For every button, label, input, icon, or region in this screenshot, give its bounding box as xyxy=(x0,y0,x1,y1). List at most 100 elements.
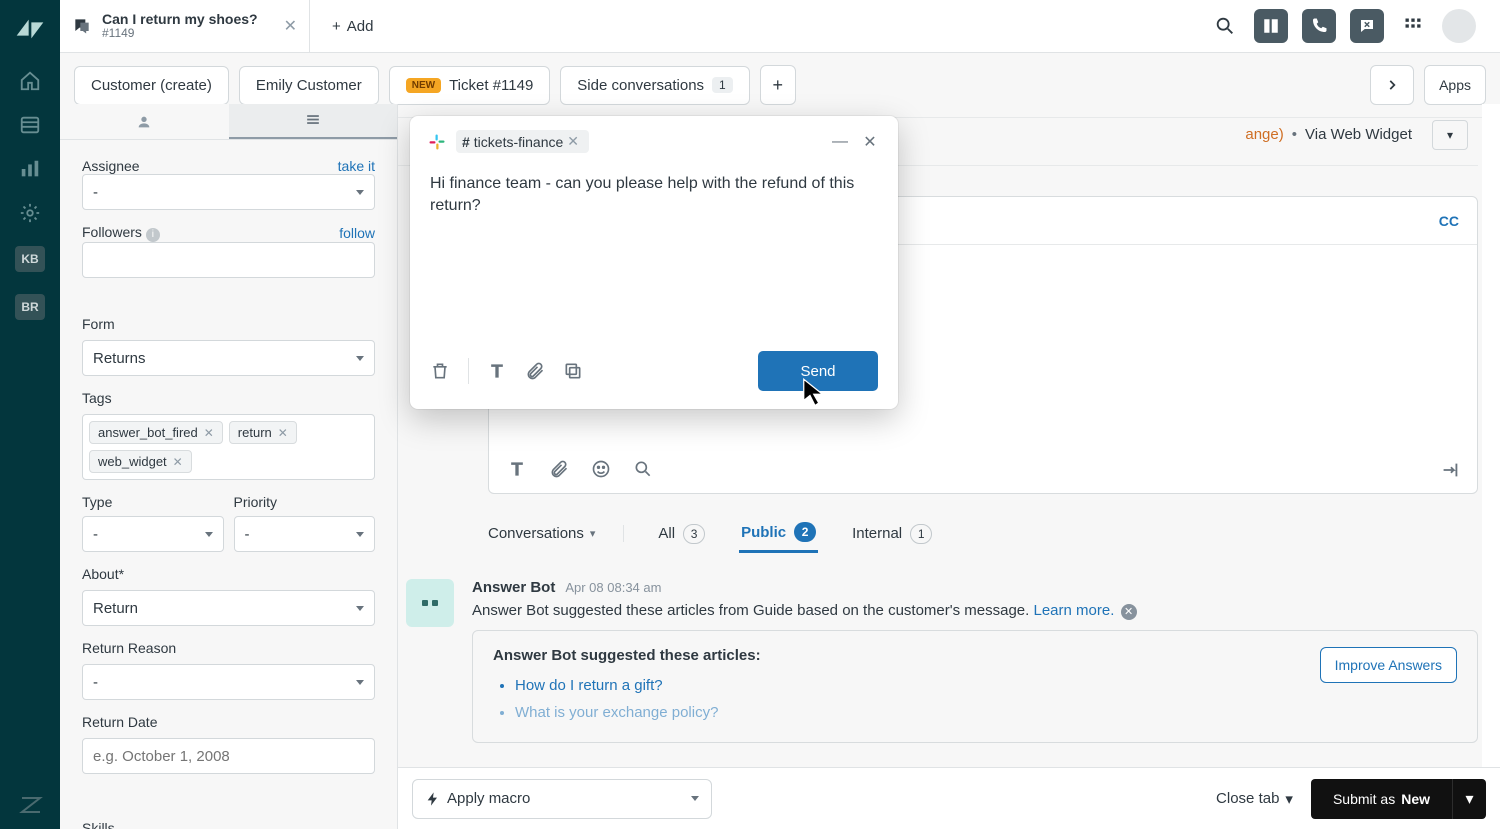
top-right-tools xyxy=(1210,0,1500,52)
apply-macro-label: Apply macro xyxy=(447,790,530,807)
form-label: Form xyxy=(82,316,115,332)
header-more-dropdown[interactable]: ▾ xyxy=(1432,120,1468,150)
popover-message-textarea[interactable]: Hi finance team - can you please help wi… xyxy=(410,167,898,337)
message-author: Answer Bot xyxy=(472,579,555,596)
type-label: Type xyxy=(82,494,224,510)
user-avatar[interactable] xyxy=(1442,9,1476,43)
search-icon[interactable] xyxy=(1210,11,1240,41)
send-button[interactable]: Send xyxy=(758,351,878,391)
conversations-dropdown[interactable]: Conversations ▾ xyxy=(488,525,624,542)
talk-phone-icon[interactable] xyxy=(1302,9,1336,43)
toolbar-separator xyxy=(468,358,469,384)
workspace-tab-texts: Can I return my shoes? #1149 xyxy=(102,11,258,41)
dismiss-icon[interactable]: ✕ xyxy=(1121,604,1137,620)
tag-remove-icon[interactable]: ✕ xyxy=(173,455,183,469)
tab-side-conversations[interactable]: Side conversations 1 xyxy=(560,66,749,105)
workspace-tab-ticket[interactable]: Can I return my shoes? #1149 ✕ xyxy=(60,0,310,52)
zendesk-z-icon[interactable] xyxy=(19,793,41,815)
submit-status: New xyxy=(1401,791,1430,807)
tab-ticket-1149[interactable]: NEW Ticket #1149 xyxy=(389,66,551,105)
apps-button[interactable]: Apps xyxy=(1424,65,1486,105)
emoji-icon[interactable] xyxy=(591,459,611,479)
reports-icon[interactable] xyxy=(19,158,41,180)
add-tab-label: Add xyxy=(347,18,374,35)
conversations-app-icon[interactable] xyxy=(1254,9,1288,43)
add-context-tab-button[interactable]: + xyxy=(760,65,796,105)
minimize-icon[interactable]: — xyxy=(830,132,850,152)
views-list-icon[interactable] xyxy=(19,114,41,136)
submit-as-button[interactable]: Submit as New xyxy=(1311,779,1452,819)
type-select[interactable]: - xyxy=(82,516,224,552)
tag-remove-icon[interactable]: ✕ xyxy=(278,426,288,440)
right-edge xyxy=(1482,104,1500,767)
conversation-tabs: Conversations ▾ All 3 Public 2 Internal … xyxy=(488,514,1478,553)
copy-icon[interactable] xyxy=(563,361,583,381)
requester-trailing: ange) xyxy=(1245,126,1283,143)
user-profile-tab[interactable] xyxy=(60,104,229,139)
take-it-link[interactable]: take it xyxy=(338,158,375,174)
kb-app-icon[interactable]: KB xyxy=(15,246,45,272)
learn-more-link[interactable]: Learn more. xyxy=(1034,602,1115,619)
tab-title: Can I return my shoes? xyxy=(102,11,258,27)
new-badge: NEW xyxy=(406,78,441,93)
close-icon[interactable]: ✕ xyxy=(860,132,880,152)
return-date-input[interactable] xyxy=(82,738,375,774)
home-icon[interactable] xyxy=(19,70,41,92)
return-reason-select[interactable]: - xyxy=(82,664,375,700)
suggested-article-link[interactable]: What is your exchange policy? xyxy=(515,699,1306,726)
tab-emily-customer[interactable]: Emily Customer xyxy=(239,66,379,105)
submit-status-dropdown[interactable]: ▾ xyxy=(1452,779,1486,819)
tags-input[interactable]: answer_bot_fired✕ return✕ web_widget✕ xyxy=(82,414,375,480)
assignee-select[interactable]: - xyxy=(82,174,375,210)
conv-tab-internal[interactable]: Internal 1 xyxy=(850,516,934,552)
slack-icon xyxy=(428,133,446,151)
conv-tab-public-count: 2 xyxy=(794,522,816,542)
popover-header: # tickets-finance ✕ — ✕ xyxy=(410,116,898,167)
details-toggle xyxy=(60,104,397,140)
close-tab-button[interactable]: Close tab ▾ xyxy=(1216,790,1293,808)
side-conversation-compose-popover: # tickets-finance ✕ — ✕ Hi finance team … xyxy=(410,116,898,409)
tab-customer-create[interactable]: Customer (create) xyxy=(74,66,229,105)
tab-ticket-id: #1149 xyxy=(102,27,258,41)
conv-tab-all[interactable]: All 3 xyxy=(656,516,707,552)
ticket-fields-tab[interactable] xyxy=(229,104,398,139)
about-select[interactable]: Return xyxy=(82,590,375,626)
delete-trash-icon[interactable] xyxy=(430,361,450,381)
meta-separator: • xyxy=(1292,126,1297,143)
suggested-articles-card: Answer Bot suggested these articles: How… xyxy=(472,630,1478,743)
conv-tab-all-label: All xyxy=(658,525,675,542)
knowledge-capture-icon[interactable] xyxy=(1439,459,1459,479)
br-app-icon[interactable]: BR xyxy=(15,294,45,320)
attach-file-icon[interactable] xyxy=(525,361,545,381)
chat-bubble-x-icon[interactable] xyxy=(1350,9,1384,43)
cc-button[interactable]: CC xyxy=(1439,213,1459,229)
add-tab-button[interactable]: + Add xyxy=(310,0,395,52)
suggested-article-link[interactable]: How do I return a gift? xyxy=(515,672,1306,699)
lightning-icon xyxy=(425,791,441,807)
tag-remove-icon[interactable]: ✕ xyxy=(204,426,214,440)
follow-link[interactable]: follow xyxy=(339,225,375,241)
search-in-compose-icon[interactable] xyxy=(633,459,653,479)
slack-channel-chip[interactable]: # tickets-finance ✕ xyxy=(456,130,589,153)
conv-tab-all-count: 3 xyxy=(683,524,705,544)
info-icon[interactable]: i xyxy=(146,228,160,242)
form-select[interactable]: Returns xyxy=(82,340,375,376)
apply-macro-select[interactable]: Apply macro xyxy=(412,779,712,819)
chip-remove-icon[interactable]: ✕ xyxy=(567,133,579,150)
expand-panel-button[interactable] xyxy=(1370,65,1414,105)
improve-answers-button[interactable]: Improve Answers xyxy=(1320,647,1457,683)
followers-input[interactable] xyxy=(82,242,375,278)
text-format-icon[interactable] xyxy=(487,361,507,381)
ticket-details-panel: Assignee take it - Followersi follow For… xyxy=(60,104,398,829)
app-switcher-icon[interactable] xyxy=(1398,11,1428,41)
close-tab-label: Close tab xyxy=(1216,790,1279,807)
tags-label: Tags xyxy=(82,390,112,406)
conv-tab-public[interactable]: Public 2 xyxy=(739,514,818,553)
hash-icon: # xyxy=(462,134,470,150)
attach-file-icon[interactable] xyxy=(549,459,569,479)
settings-gear-icon[interactable] xyxy=(19,202,41,224)
tab-close-icon[interactable]: ✕ xyxy=(284,16,297,36)
text-format-icon[interactable] xyxy=(507,459,527,479)
answer-bot-avatar xyxy=(406,579,454,627)
priority-select[interactable]: - xyxy=(234,516,376,552)
